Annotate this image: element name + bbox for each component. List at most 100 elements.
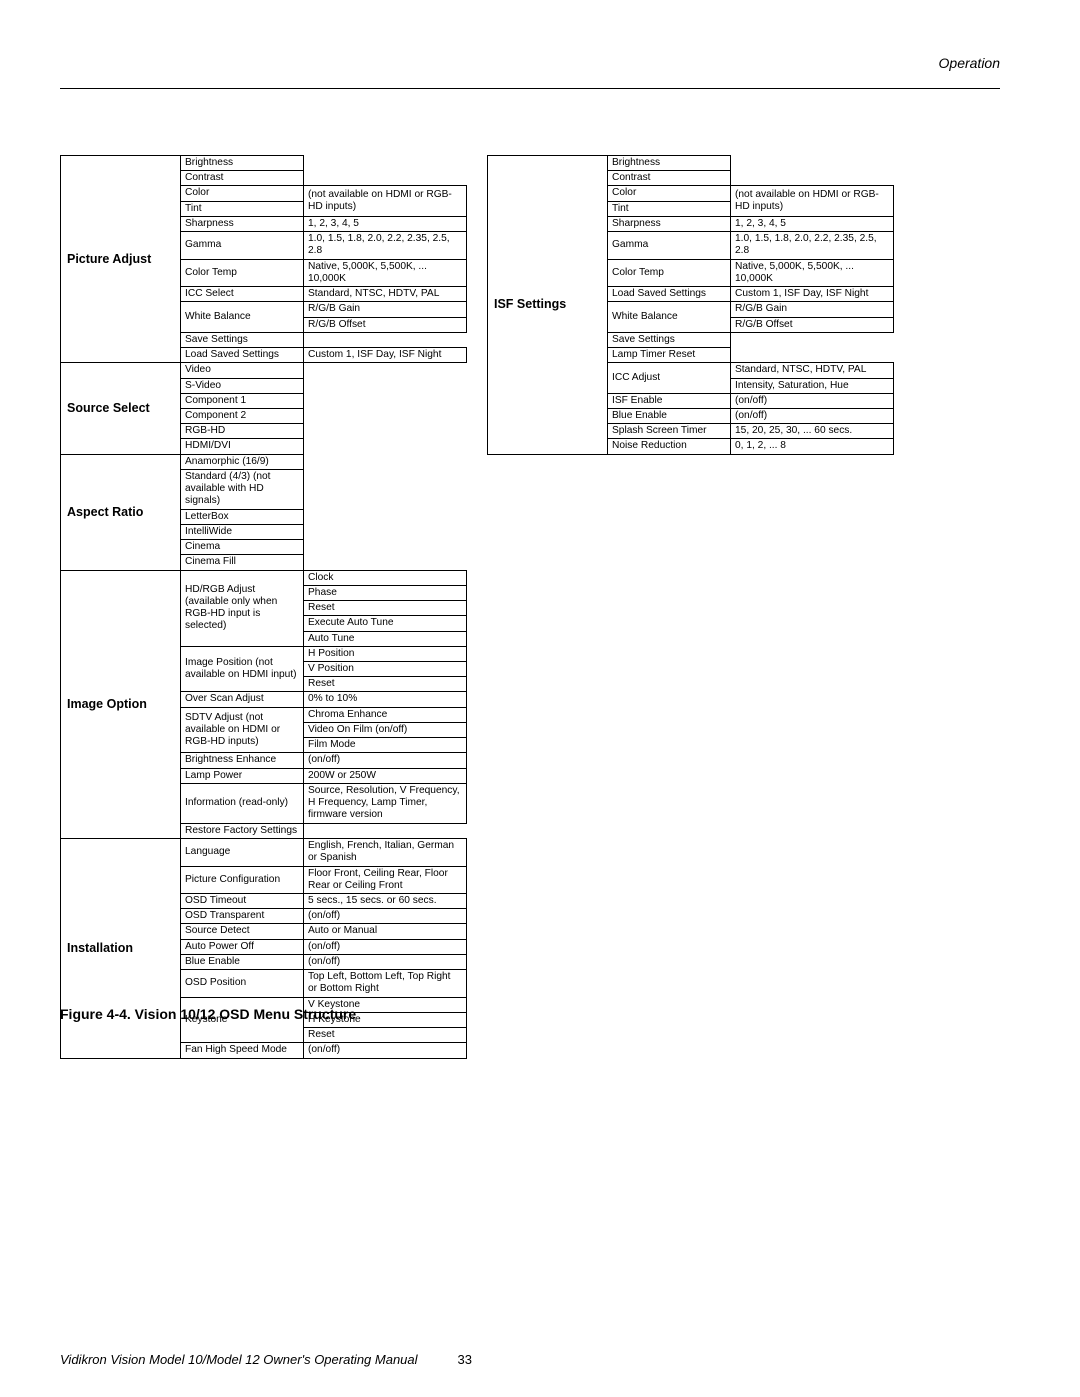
cell: Execute Auto Tune — [304, 616, 467, 631]
right-column: ISF Settings Brightness Contrast Color(n… — [487, 155, 894, 455]
cell: 1.0, 1.5, 1.8, 2.0, 2.2, 2.35, 2.5, 2.8 — [731, 232, 894, 259]
cell: LetterBox — [181, 509, 304, 524]
cell: ICC Select — [181, 287, 304, 302]
table-row: Source Select Video — [61, 363, 467, 378]
cell: OSD Position — [181, 970, 304, 997]
cell: Reset — [304, 601, 467, 616]
cell: Component 2 — [181, 408, 304, 423]
cell: (not available on HDMI or RGB-HD inputs) — [304, 186, 467, 216]
table-row: Installation LanguageEnglish, French, It… — [61, 839, 467, 866]
cell: Splash Screen Timer — [608, 424, 731, 439]
cell: Standard, NTSC, HDTV, PAL — [731, 363, 894, 378]
cell: (not available on HDMI or RGB-HD inputs) — [731, 186, 894, 216]
cell: SDTV Adjust (not available on HDMI or RG… — [181, 707, 304, 753]
cell: ICC Adjust — [608, 363, 731, 393]
cell: White Balance — [181, 302, 304, 332]
cell: 1, 2, 3, 4, 5 — [731, 216, 894, 231]
category-source-select: Source Select — [61, 363, 181, 454]
cell: Save Settings — [181, 332, 304, 347]
table-row: Aspect Ratio Anamorphic (16/9) — [61, 454, 467, 469]
cell: 5 secs., 15 secs. or 60 secs. — [304, 894, 467, 909]
cell: Standard, NTSC, HDTV, PAL — [304, 287, 467, 302]
cell: Sharpness — [608, 216, 731, 231]
cell: Load Saved Settings — [608, 287, 731, 302]
figure-caption: Figure 4-4. Vision 10/12 OSD Menu Struct… — [60, 1006, 356, 1022]
cell: (on/off) — [731, 393, 894, 408]
cell: R/G/B Gain — [304, 302, 467, 317]
cell: Tint — [608, 201, 731, 216]
cell: Chroma Enhance — [304, 707, 467, 722]
cell: (on/off) — [304, 939, 467, 954]
cell: 0, 1, 2, ... 8 — [731, 439, 894, 454]
cell: (on/off) — [304, 1043, 467, 1058]
table-row: Picture Adjust Brightness — [61, 156, 467, 171]
cell: Blue Enable — [181, 954, 304, 969]
cell: ISF Enable — [608, 393, 731, 408]
footer-manual-title: Vidikron Vision Model 10/Model 12 Owner'… — [60, 1352, 418, 1367]
cell: Information (read-only) — [181, 783, 304, 823]
cell: Native, 5,000K, 5,500K, ... 10,000K — [304, 259, 467, 286]
cell: Source Detect — [181, 924, 304, 939]
cell: Custom 1, ISF Day, ISF Night — [731, 287, 894, 302]
cell: HD/RGB Adjust (available only when RGB-H… — [181, 570, 304, 646]
cell: Brightness — [181, 156, 304, 171]
category-picture-adjust: Picture Adjust — [61, 156, 181, 363]
cell: Picture Configuration — [181, 866, 304, 893]
cell: IntelliWide — [181, 524, 304, 539]
cell: Reset — [304, 677, 467, 692]
cell: RGB-HD — [181, 424, 304, 439]
cell: (on/off) — [731, 408, 894, 423]
cell: Color — [608, 186, 731, 201]
cell: Standard (4/3) (not available with HD si… — [181, 469, 304, 509]
category-image-option: Image Option — [61, 570, 181, 839]
cell: Film Mode — [304, 738, 467, 753]
cell: Restore Factory Settings — [181, 823, 304, 838]
tables-area: Picture Adjust Brightness Contrast Color… — [60, 155, 1020, 1059]
header-rule — [60, 88, 1000, 89]
cell: V Position — [304, 661, 467, 676]
cell: White Balance — [608, 302, 731, 332]
cell: Cinema — [181, 540, 304, 555]
cell: Intensity, Saturation, Hue — [731, 378, 894, 393]
cell: Contrast — [181, 171, 304, 186]
cell: Noise Reduction — [608, 439, 731, 454]
table-row: Image Option HD/RGB Adjust (available on… — [61, 570, 467, 585]
cell: Over Scan Adjust — [181, 692, 304, 707]
cell: Custom 1, ISF Day, ISF Night — [304, 348, 467, 363]
cell: Language — [181, 839, 304, 866]
cell: Phase — [304, 585, 467, 600]
category-installation: Installation — [61, 839, 181, 1059]
menu-table-right: ISF Settings Brightness Contrast Color(n… — [487, 155, 894, 455]
page: Operation Picture Adjust Brightness Cont… — [0, 0, 1080, 1397]
cell: English, French, Italian, German or Span… — [304, 839, 467, 866]
cell: (on/off) — [304, 753, 467, 768]
cell: Auto or Manual — [304, 924, 467, 939]
cell: Top Left, Bottom Left, Top Right or Bott… — [304, 970, 467, 997]
category-aspect-ratio: Aspect Ratio — [61, 454, 181, 570]
cell: Gamma — [608, 232, 731, 259]
page-footer: Vidikron Vision Model 10/Model 12 Owner'… — [60, 1352, 1000, 1367]
cell: Gamma — [181, 232, 304, 259]
cell: 1.0, 1.5, 1.8, 2.0, 2.2, 2.35, 2.5, 2.8 — [304, 232, 467, 259]
cell: Contrast — [608, 171, 731, 186]
cell: Sharpness — [181, 216, 304, 231]
cell: 0% to 10% — [304, 692, 467, 707]
cell: OSD Timeout — [181, 894, 304, 909]
cell: 15, 20, 25, 30, ... 60 secs. — [731, 424, 894, 439]
cell: Color Temp — [181, 259, 304, 286]
cell: Save Settings — [608, 332, 731, 347]
cell: R/G/B Gain — [731, 302, 894, 317]
cell: Cinema Fill — [181, 555, 304, 570]
cell: 1, 2, 3, 4, 5 — [304, 216, 467, 231]
cell: (on/off) — [304, 954, 467, 969]
cell: HDMI/DVI — [181, 439, 304, 454]
cell: Color — [181, 186, 304, 201]
cell: R/G/B Offset — [304, 317, 467, 332]
cell: Floor Front, Ceiling Rear, Floor Rear or… — [304, 866, 467, 893]
cell: Lamp Power — [181, 768, 304, 783]
cell: Auto Power Off — [181, 939, 304, 954]
footer-page-number: 33 — [458, 1352, 472, 1367]
cell: Color Temp — [608, 259, 731, 286]
table-row: ISF Settings Brightness — [488, 156, 894, 171]
cell: S-Video — [181, 378, 304, 393]
